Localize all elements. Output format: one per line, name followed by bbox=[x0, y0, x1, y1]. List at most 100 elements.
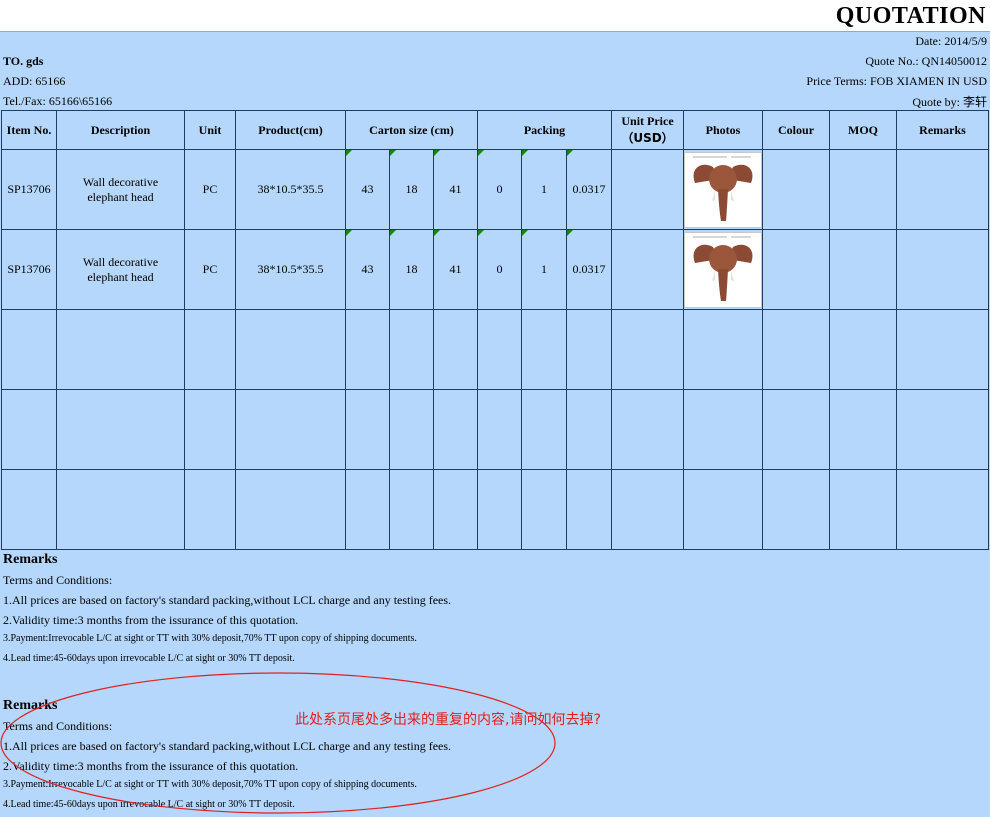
description-line: elephant head bbox=[87, 189, 154, 204]
comment-marker-icon bbox=[478, 230, 484, 236]
description-line: Wall decorative bbox=[82, 174, 159, 189]
unit-price-currency: （USD） bbox=[621, 131, 674, 145]
description-cell: Wall decorative elephant head bbox=[56, 229, 185, 310]
packing-c-value: 0.0317 bbox=[572, 182, 606, 196]
table-row: SP13706 Wall decorative elephant head PC … bbox=[1, 229, 990, 310]
remarks-heading-text: Remarks bbox=[3, 552, 58, 567]
col-header-description: Description bbox=[56, 110, 185, 150]
carton-length-cell: 43 bbox=[345, 149, 390, 230]
remark-line-4: 4.Lead time:45-60days upon irrevocable L… bbox=[3, 653, 295, 664]
item-no-cell: SP13706 bbox=[1, 229, 57, 310]
packing-b-cell: 1 bbox=[521, 229, 567, 310]
col-header-item-no: Item No. bbox=[1, 110, 57, 150]
comment-marker-icon bbox=[346, 150, 352, 156]
remarks-cell bbox=[896, 149, 990, 230]
comment-marker-icon bbox=[522, 150, 528, 156]
table-row: SP13706 Wall decorative elephant head PC … bbox=[1, 149, 990, 230]
unit-cell: PC bbox=[184, 229, 236, 310]
packing-b-value: 1 bbox=[541, 262, 547, 276]
carton-width-cell: 18 bbox=[389, 149, 434, 230]
col-header-colour: Colour bbox=[762, 110, 831, 150]
col-header-moq: MOQ bbox=[829, 110, 898, 150]
quote-by-field: Quote by: 李轩 bbox=[912, 93, 987, 110]
description-line: elephant head bbox=[87, 269, 154, 284]
elephant-head-photo bbox=[684, 151, 763, 228]
col-header-unit: Unit bbox=[184, 110, 236, 150]
title-bar: QUOTATION bbox=[0, 0, 990, 32]
comment-marker-icon bbox=[390, 230, 396, 236]
carton-width-value: 18 bbox=[405, 182, 418, 196]
packing-a-cell: 0 bbox=[477, 229, 522, 310]
quotation-table: Item No. Description Unit Product(cm) Ca… bbox=[1, 110, 990, 550]
packing-c-value: 0.0317 bbox=[572, 262, 606, 276]
packing-b-cell: 1 bbox=[521, 149, 567, 230]
comment-marker-icon bbox=[346, 230, 352, 236]
description-cell: Wall decorative elephant head bbox=[56, 149, 185, 230]
photo-cell bbox=[683, 229, 764, 310]
carton-length-value: 43 bbox=[361, 182, 374, 196]
comment-marker-icon bbox=[434, 150, 440, 156]
carton-height-cell: 41 bbox=[433, 149, 478, 230]
table-row-empty bbox=[1, 469, 990, 550]
comment-marker-icon bbox=[567, 150, 573, 156]
carton-height-value: 41 bbox=[449, 182, 462, 196]
carton-length-cell: 43 bbox=[345, 229, 390, 310]
item-no-cell: SP13706 bbox=[1, 149, 57, 230]
packing-c-cell: 0.0317 bbox=[565, 149, 613, 230]
quote-by-label: Quote by: bbox=[912, 95, 963, 109]
description-line: Wall decorative bbox=[82, 254, 159, 269]
comment-marker-icon bbox=[434, 230, 440, 236]
annotation-ellipse bbox=[0, 672, 556, 814]
annotation-note: 此处系页尾处多出来的重复的内容,请问如何去掉? bbox=[295, 712, 601, 728]
to-field: TO. gds bbox=[3, 54, 44, 68]
quote-by-name: 李轩 bbox=[962, 95, 987, 109]
remarks-cell bbox=[896, 229, 990, 310]
tel-fax-field: Tel./Fax: 65166\65166 bbox=[3, 94, 113, 108]
packing-a-value: 0 bbox=[496, 262, 503, 276]
quote-no-field: Quote No.: QN14050012 bbox=[865, 54, 987, 68]
table-row-empty bbox=[1, 309, 990, 390]
col-header-photos: Photos bbox=[683, 110, 764, 150]
col-header-packing: Packing bbox=[476, 110, 613, 150]
comment-marker-icon bbox=[390, 150, 396, 156]
unit-price-cell bbox=[611, 229, 685, 310]
carton-width-cell: 18 bbox=[389, 229, 434, 310]
carton-length-value: 43 bbox=[361, 262, 374, 276]
packing-a-value: 0 bbox=[496, 182, 503, 196]
comment-marker-icon bbox=[478, 150, 484, 156]
comment-marker-icon bbox=[567, 230, 573, 236]
elephant-head-photo bbox=[684, 231, 763, 308]
col-header-carton-size: Carton size (cm) bbox=[345, 110, 478, 150]
packing-b-value: 1 bbox=[541, 182, 547, 196]
carton-height-cell: 41 bbox=[433, 229, 478, 310]
col-header-product: Product(cm) bbox=[235, 110, 346, 150]
price-terms-field: Price Terms: FOB XIAMEN IN USD bbox=[806, 74, 987, 88]
remark-line-1: 1.All prices are based on factory's stan… bbox=[3, 593, 452, 607]
photo-cell bbox=[683, 149, 764, 230]
remark-line-2: 2.Validity time:3 months from the issura… bbox=[3, 613, 299, 627]
comment-marker-icon bbox=[522, 230, 528, 236]
remark-line-3: 3.Payment:Irrevocable L/C at sight or TT… bbox=[3, 633, 417, 644]
moq-cell bbox=[829, 229, 898, 310]
packing-a-cell: 0 bbox=[477, 149, 522, 230]
carton-height-value: 41 bbox=[449, 262, 462, 276]
terms-label: Terms and Conditions: bbox=[3, 573, 113, 587]
remarks-heading: Remarks bbox=[3, 552, 57, 568]
product-cell: 38*10.5*35.5 bbox=[235, 229, 346, 310]
date-field: Date: 2014/5/9 bbox=[915, 34, 987, 48]
packing-c-cell: 0.0317 bbox=[565, 229, 613, 310]
unit-cell: PC bbox=[184, 149, 236, 230]
unit-price-cell bbox=[611, 149, 685, 230]
carton-width-value: 18 bbox=[405, 262, 418, 276]
document-title: QUOTATION bbox=[835, 3, 986, 29]
address-field: ADD: 65166 bbox=[3, 74, 66, 88]
colour-cell bbox=[762, 229, 831, 310]
quotation-sheet: QUOTATION Date: 2014/5/9 TO. gds Quote N… bbox=[0, 0, 990, 817]
table-row-empty bbox=[1, 389, 990, 470]
col-header-remarks: Remarks bbox=[896, 110, 990, 150]
unit-price-label: Unit Price bbox=[621, 114, 674, 128]
col-header-unit-price: Unit Price （USD） bbox=[611, 110, 685, 150]
moq-cell bbox=[829, 149, 898, 230]
product-cell: 38*10.5*35.5 bbox=[235, 149, 346, 230]
colour-cell bbox=[762, 149, 831, 230]
